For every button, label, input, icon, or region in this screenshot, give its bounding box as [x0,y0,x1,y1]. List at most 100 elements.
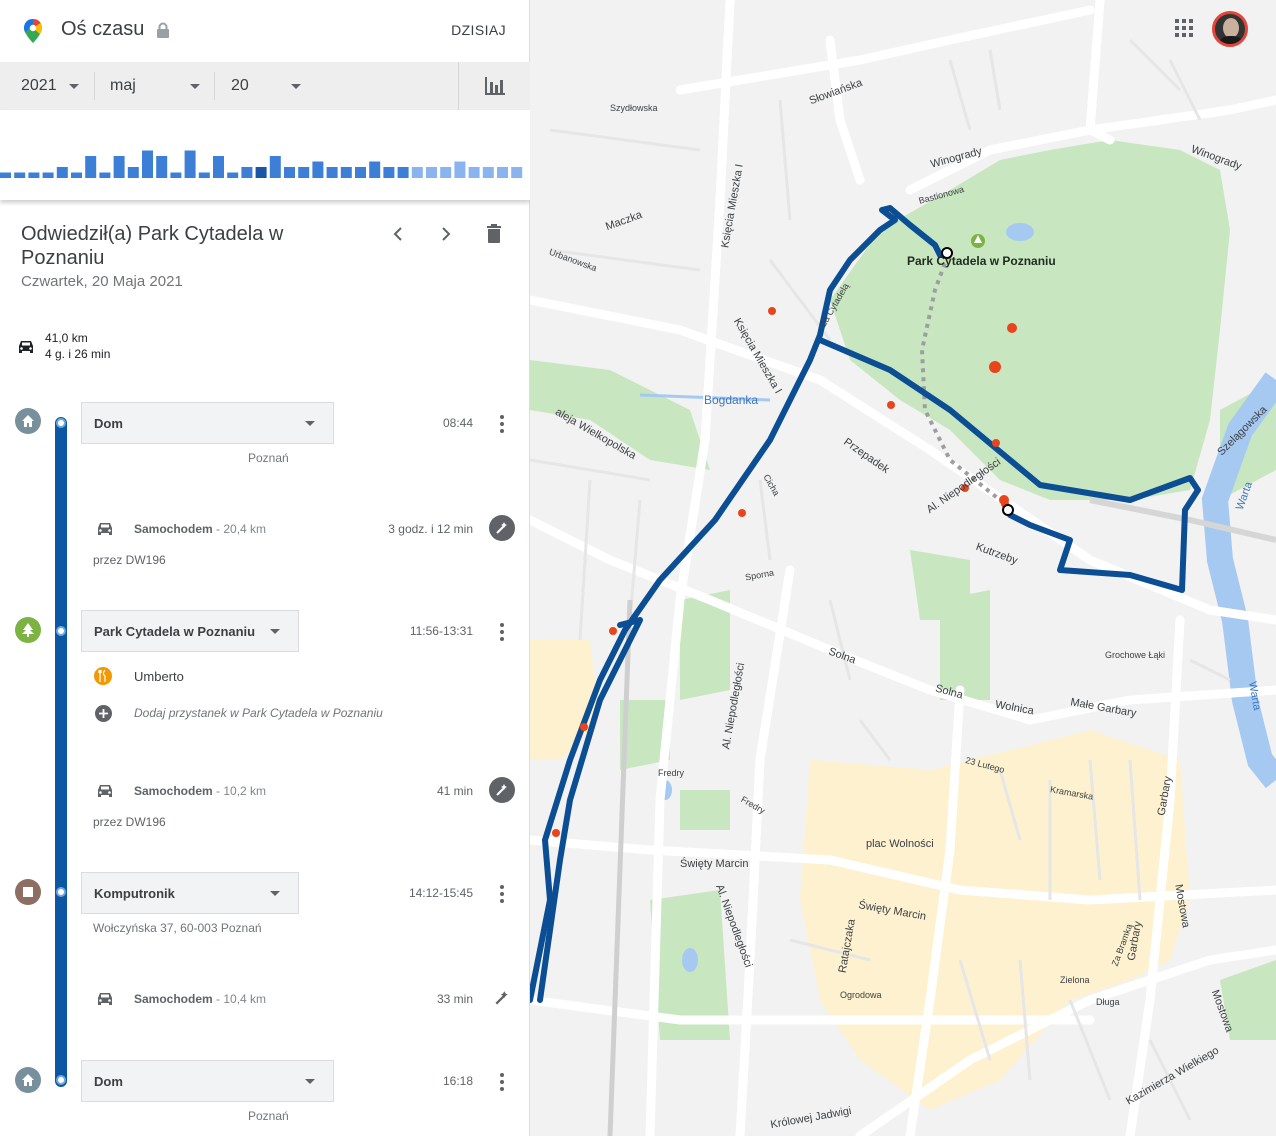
mode-distance: - 10,4 km [212,992,267,1006]
histogram-bar[interactable] [468,167,480,178]
apps-grid-icon[interactable] [1174,18,1196,40]
day-select[interactable]: 20 [231,62,301,110]
mode-distance: - 10,2 km [212,784,267,798]
travel-duration: 3 godz. i 12 min [388,522,473,536]
place-address: Poznań [248,451,289,465]
activity-histogram[interactable] [0,110,530,200]
histogram-bar[interactable] [369,161,381,179]
street-label: Szydłowska [610,103,658,113]
add-icon[interactable] [95,705,112,722]
home-icon [15,1067,41,1093]
histogram-bar[interactable] [497,167,508,178]
histogram-bar[interactable] [156,156,168,178]
store-icon [15,879,41,905]
month-select[interactable]: maj [110,62,200,110]
place-select-park-cytadela[interactable]: Park Cytadela w Poznaniu [81,610,299,652]
histogram-bar[interactable] [71,172,82,179]
add-stop-link[interactable]: Dodaj przystanek w Park Cytadela w Pozna… [134,706,383,720]
chevron-down-icon [305,1079,315,1084]
year-select[interactable]: 2021 [21,62,79,110]
histogram-bar[interactable] [440,167,452,178]
year-value: 2021 [21,77,57,94]
more-options-icon[interactable] [498,1073,506,1091]
timeline-dot [56,418,66,428]
today-button[interactable]: DZISIAJ [451,22,506,38]
avatar[interactable] [1212,11,1248,47]
histogram-bar[interactable] [227,172,239,179]
histogram-bar[interactable] [28,172,40,179]
histogram-bar[interactable] [298,167,310,178]
place-time: 08:44 [442,416,473,430]
histogram-bar[interactable] [99,172,111,179]
stop-name[interactable]: Umberto [134,669,184,684]
app-title: Oś czasu [61,18,145,40]
travel-duration: 41 min [436,784,473,798]
edit-route-icon[interactable] [489,777,515,803]
histogram-bar[interactable] [241,167,253,178]
histogram-bar[interactable] [198,172,210,179]
place-time: 14:12-15:45 [408,886,473,900]
chevron-down-icon [69,83,79,89]
histogram-bar[interactable] [142,150,153,179]
chevron-down-icon [305,421,315,426]
delete-icon[interactable] [482,222,506,246]
home-icon [15,408,41,434]
histogram-bar[interactable] [511,167,523,178]
chevron-down-icon [190,83,200,89]
histogram-bar[interactable] [355,167,366,178]
histogram-bar[interactable] [383,167,395,178]
edit-route-icon[interactable] [489,515,515,541]
more-options-icon[interactable] [498,885,506,903]
histogram-bar[interactable] [454,161,466,179]
histogram-bar[interactable] [312,161,324,179]
histogram-bar[interactable] [113,156,125,178]
edit-route-icon[interactable] [494,990,510,1006]
street-label: plac Wolności [866,838,934,850]
place-select-dom[interactable]: Dom [81,1060,334,1102]
street-label: Zielona [1060,975,1090,985]
travel-mode: Samochodem - 10,2 km [134,784,266,798]
histogram-bar[interactable] [0,172,11,179]
histogram-bar[interactable] [85,156,97,178]
total-distance: 41,0 km [45,331,88,345]
chevron-right-icon[interactable] [434,222,458,246]
histogram-bar[interactable] [14,172,26,179]
histogram-bar[interactable] [56,167,68,178]
place-name: Komputronik [94,885,175,901]
histogram-bar[interactable] [269,156,281,178]
chevron-left-icon[interactable] [386,222,410,246]
more-options-icon[interactable] [498,415,506,433]
histogram-bar[interactable] [411,167,423,178]
map-view[interactable]: Park Cytadela w Poznaniu Słowiańska Wino… [530,0,1276,1136]
chevron-down-icon [291,83,301,89]
timeline-line [55,417,67,1087]
histogram-bar[interactable] [42,172,54,179]
histogram-bar[interactable] [426,167,437,178]
histogram-bar[interactable] [170,172,182,179]
histogram-bar[interactable] [284,167,295,178]
divider [214,72,215,100]
travel-mode: Samochodem - 20,4 km [134,522,266,536]
street-label: Grochowe Łąki [1105,650,1166,660]
histogram-bar[interactable] [482,167,494,178]
place-select-dom[interactable]: Dom [81,402,334,444]
histogram-chart [0,150,523,179]
bar-chart-button[interactable] [458,62,530,110]
histogram-bar[interactable] [255,167,267,178]
street-label: Święty Marcin [680,858,749,870]
histogram-bar[interactable] [326,167,338,178]
histogram-bar[interactable] [184,150,196,179]
more-options-icon[interactable] [498,623,506,641]
map-place-label[interactable]: Park Cytadela w Poznaniu [907,254,1056,268]
map-canvas [530,0,1276,1136]
day-value: 20 [231,77,249,94]
histogram-bar[interactable] [397,167,409,178]
histogram-bar[interactable] [340,167,352,178]
chevron-down-icon [270,891,280,896]
histogram-bar[interactable] [127,167,139,178]
mode-label: Samochodem [134,522,213,536]
place-select-komputronik[interactable]: Komputronik [81,872,299,914]
place-time: 16:18 [442,1074,473,1088]
histogram-bar[interactable] [213,156,224,178]
visit-date: Czwartek, 20 Maja 2021 [21,273,183,290]
